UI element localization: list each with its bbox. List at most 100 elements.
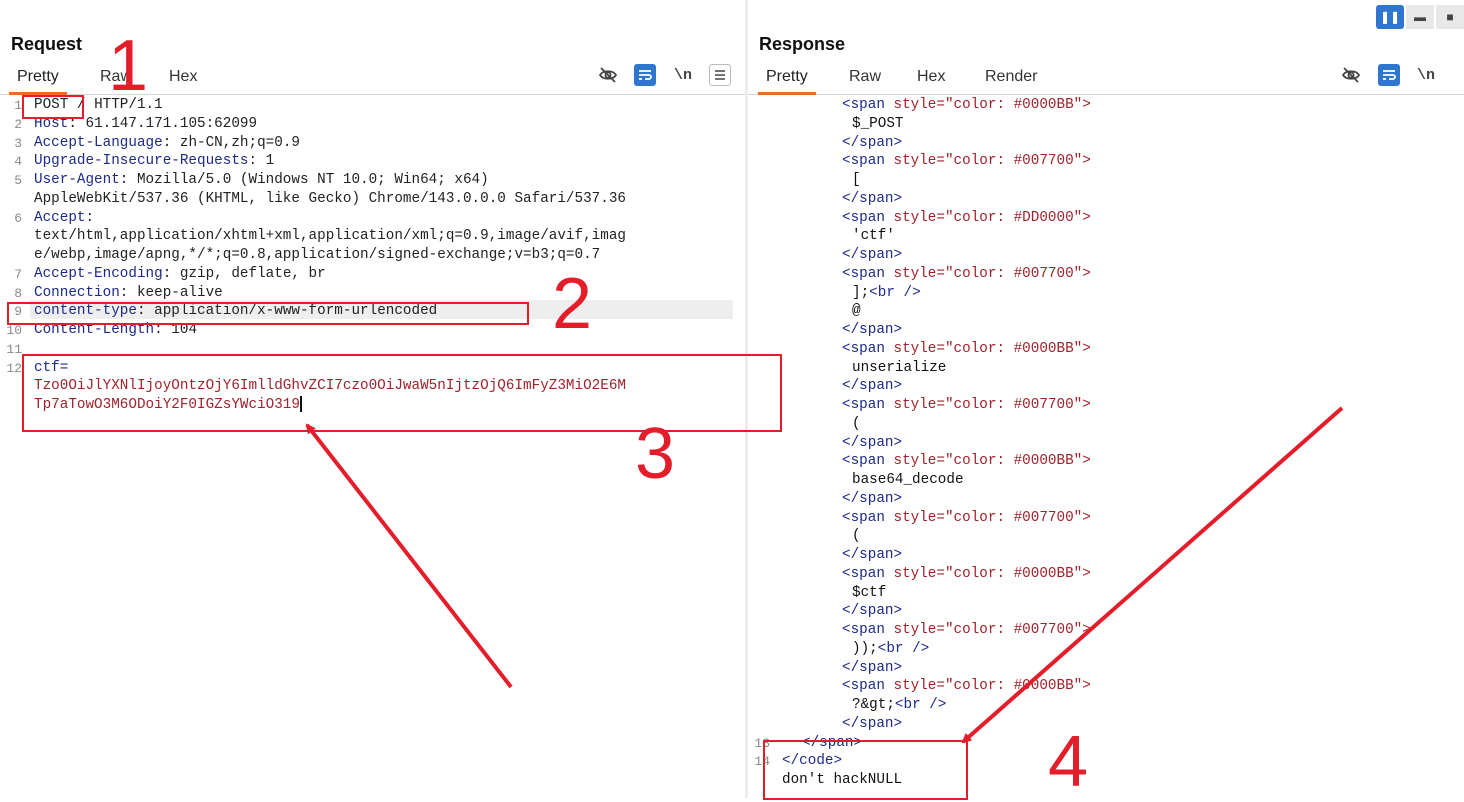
request-line[interactable]: 5 User-Agent: Mozilla/5.0 (Windows NT 10.… [0,171,745,190]
response-line[interactable]: </span> [748,602,1464,621]
line-code: Connection: keep-alive [34,284,223,303]
line-code: <span style="color: #007700"> [842,265,1091,284]
line-code: ];<br /> [852,284,921,303]
response-line[interactable]: <span style="color: #007700"> [748,265,1464,284]
response-line[interactable]: </span> [748,377,1464,396]
wrap-icon[interactable] [1378,64,1400,86]
annotation-box-method [22,95,84,119]
wrap-icon[interactable] [634,64,656,86]
line-code: ( [852,415,861,434]
request-line[interactable]: 7 Accept-Encoding: gzip, deflate, br [0,265,745,284]
code-token: $_POST [852,115,904,132]
tab-hex[interactable]: Hex [917,68,945,86]
split-vertical-icon[interactable]: ❚❚ [1376,5,1404,29]
line-code: 'ctf' [852,227,895,246]
response-line[interactable]: </span> [748,490,1464,509]
response-line[interactable]: <span style="color: #0000BB"> [748,340,1464,359]
response-line[interactable]: <span style="color: #0000BB"> [748,565,1464,584]
eye-off-icon[interactable] [1340,64,1362,86]
code-token: $ctf [852,584,887,601]
code-token: </span> [842,247,903,263]
response-line[interactable]: </span> [748,434,1464,453]
response-line[interactable]: base64_decode [748,471,1464,490]
response-line[interactable]: @ [748,302,1464,321]
line-number: 8 [14,285,22,301]
response-line[interactable]: </span> [748,190,1464,209]
response-line[interactable]: </span> [748,134,1464,153]
tab-pretty[interactable]: Pretty [758,68,816,95]
code-token: )); [852,640,878,657]
line-code: <span style="color: #0000BB"> [842,677,1091,696]
newline-icon[interactable]: \n [672,64,694,86]
response-line[interactable]: <span style="color: #007700"> [748,152,1464,171]
response-line[interactable]: </span> [748,246,1464,265]
response-line[interactable]: <span style="color: #DD0000"> [748,209,1464,228]
response-line[interactable]: </span> [748,659,1464,678]
line-code: $ctf [852,584,886,603]
response-line[interactable]: <span style="color: #007700"> [748,509,1464,528]
code-token: <span [842,153,894,170]
line-code: base64_decode [852,471,964,490]
response-line[interactable]: </span> [748,715,1464,734]
code-token: Accept-Encoding [34,265,163,282]
response-line[interactable]: <span style="color: #007700"> [748,396,1464,415]
request-line[interactable]: e/webp,image/apng,*/*;q=0.8,application/… [0,246,745,265]
code-token: ( [852,415,861,432]
tab-raw[interactable]: Raw [849,68,881,86]
response-line[interactable]: <span style="color: #007700"> [748,621,1464,640]
code-token: <span [842,97,894,113]
single-pane-icon[interactable]: ■ [1436,5,1464,29]
response-line[interactable]: $_POST [748,115,1464,134]
response-line[interactable]: <span style="color: #0000BB"> [748,96,1464,115]
code-token: <span [842,209,894,226]
response-line[interactable]: ?&gt;<br /> [748,696,1464,715]
code-token: </span> [842,603,903,620]
request-line[interactable]: 2 Host: 61.147.171.105:62099 [0,115,745,134]
code-token: base64_decode [852,472,964,488]
response-line[interactable]: </span> [748,546,1464,565]
request-line[interactable]: 6 Accept: [0,209,745,228]
tab-render[interactable]: Render [985,68,1037,86]
newline-icon[interactable]: \n [1415,64,1437,86]
split-horizontal-icon[interactable]: ▬ [1406,5,1434,29]
line-code: <span style="color: #0000BB"> [842,340,1091,359]
response-title: Response [759,34,846,54]
line-code: Accept-Encoding: gzip, deflate, br [34,265,326,284]
request-line[interactable]: text/html,application/xhtml+xml,applicat… [0,227,745,246]
request-line[interactable]: 3 Accept-Language: zh-CN,zh;q=0.9 [0,134,745,153]
menu-icon[interactable] [709,64,731,86]
response-line[interactable]: [ [748,171,1464,190]
response-line[interactable]: ));<br /> [748,640,1464,659]
eye-off-icon[interactable] [597,64,619,86]
tab-hex[interactable]: Hex [169,68,197,86]
code-token: </span> [842,547,903,563]
response-line[interactable]: ( [748,527,1464,546]
response-line[interactable]: ( [748,415,1464,434]
annotation-label-2: 2 [552,264,593,344]
response-line[interactable]: $ctf [748,584,1464,603]
request-line[interactable]: 4 Upgrade-Insecure-Requests: 1 [0,152,745,171]
code-token: <span [842,397,894,413]
code-token: </span> [842,659,903,676]
annotation-box-output [763,740,968,800]
request-line[interactable]: AppleWebKit/537.36 (KHTML, like Gecko) C… [0,190,745,209]
response-line[interactable]: <span style="color: #0000BB"> [748,452,1464,471]
code-token: </span> [842,378,903,395]
request-line[interactable]: 8 Connection: keep-alive [0,284,745,303]
response-pane: Response ❚❚ ▬ ■ Pretty Raw Hex Render \n… [748,0,1464,798]
layout-buttons: ❚❚ ▬ ■ [1376,5,1464,29]
code-token: <span [842,265,894,282]
response-line[interactable]: 'ctf' [748,227,1464,246]
tab-pretty[interactable]: Pretty [9,68,67,95]
code-token: : [85,209,95,226]
code-token: </span> [842,434,903,451]
line-code: unserialize [852,359,946,378]
line-code: <span style="color: #007700"> [842,152,1091,171]
response-line[interactable]: </span> [748,321,1464,340]
annotation-label-1: 1 [108,26,149,106]
response-line[interactable]: ];<br /> [748,284,1464,303]
response-line[interactable]: unserialize [748,359,1464,378]
line-code: </span> [842,134,902,153]
response-line[interactable]: <span style="color: #0000BB"> [748,677,1464,696]
line-code: @ [852,302,861,321]
